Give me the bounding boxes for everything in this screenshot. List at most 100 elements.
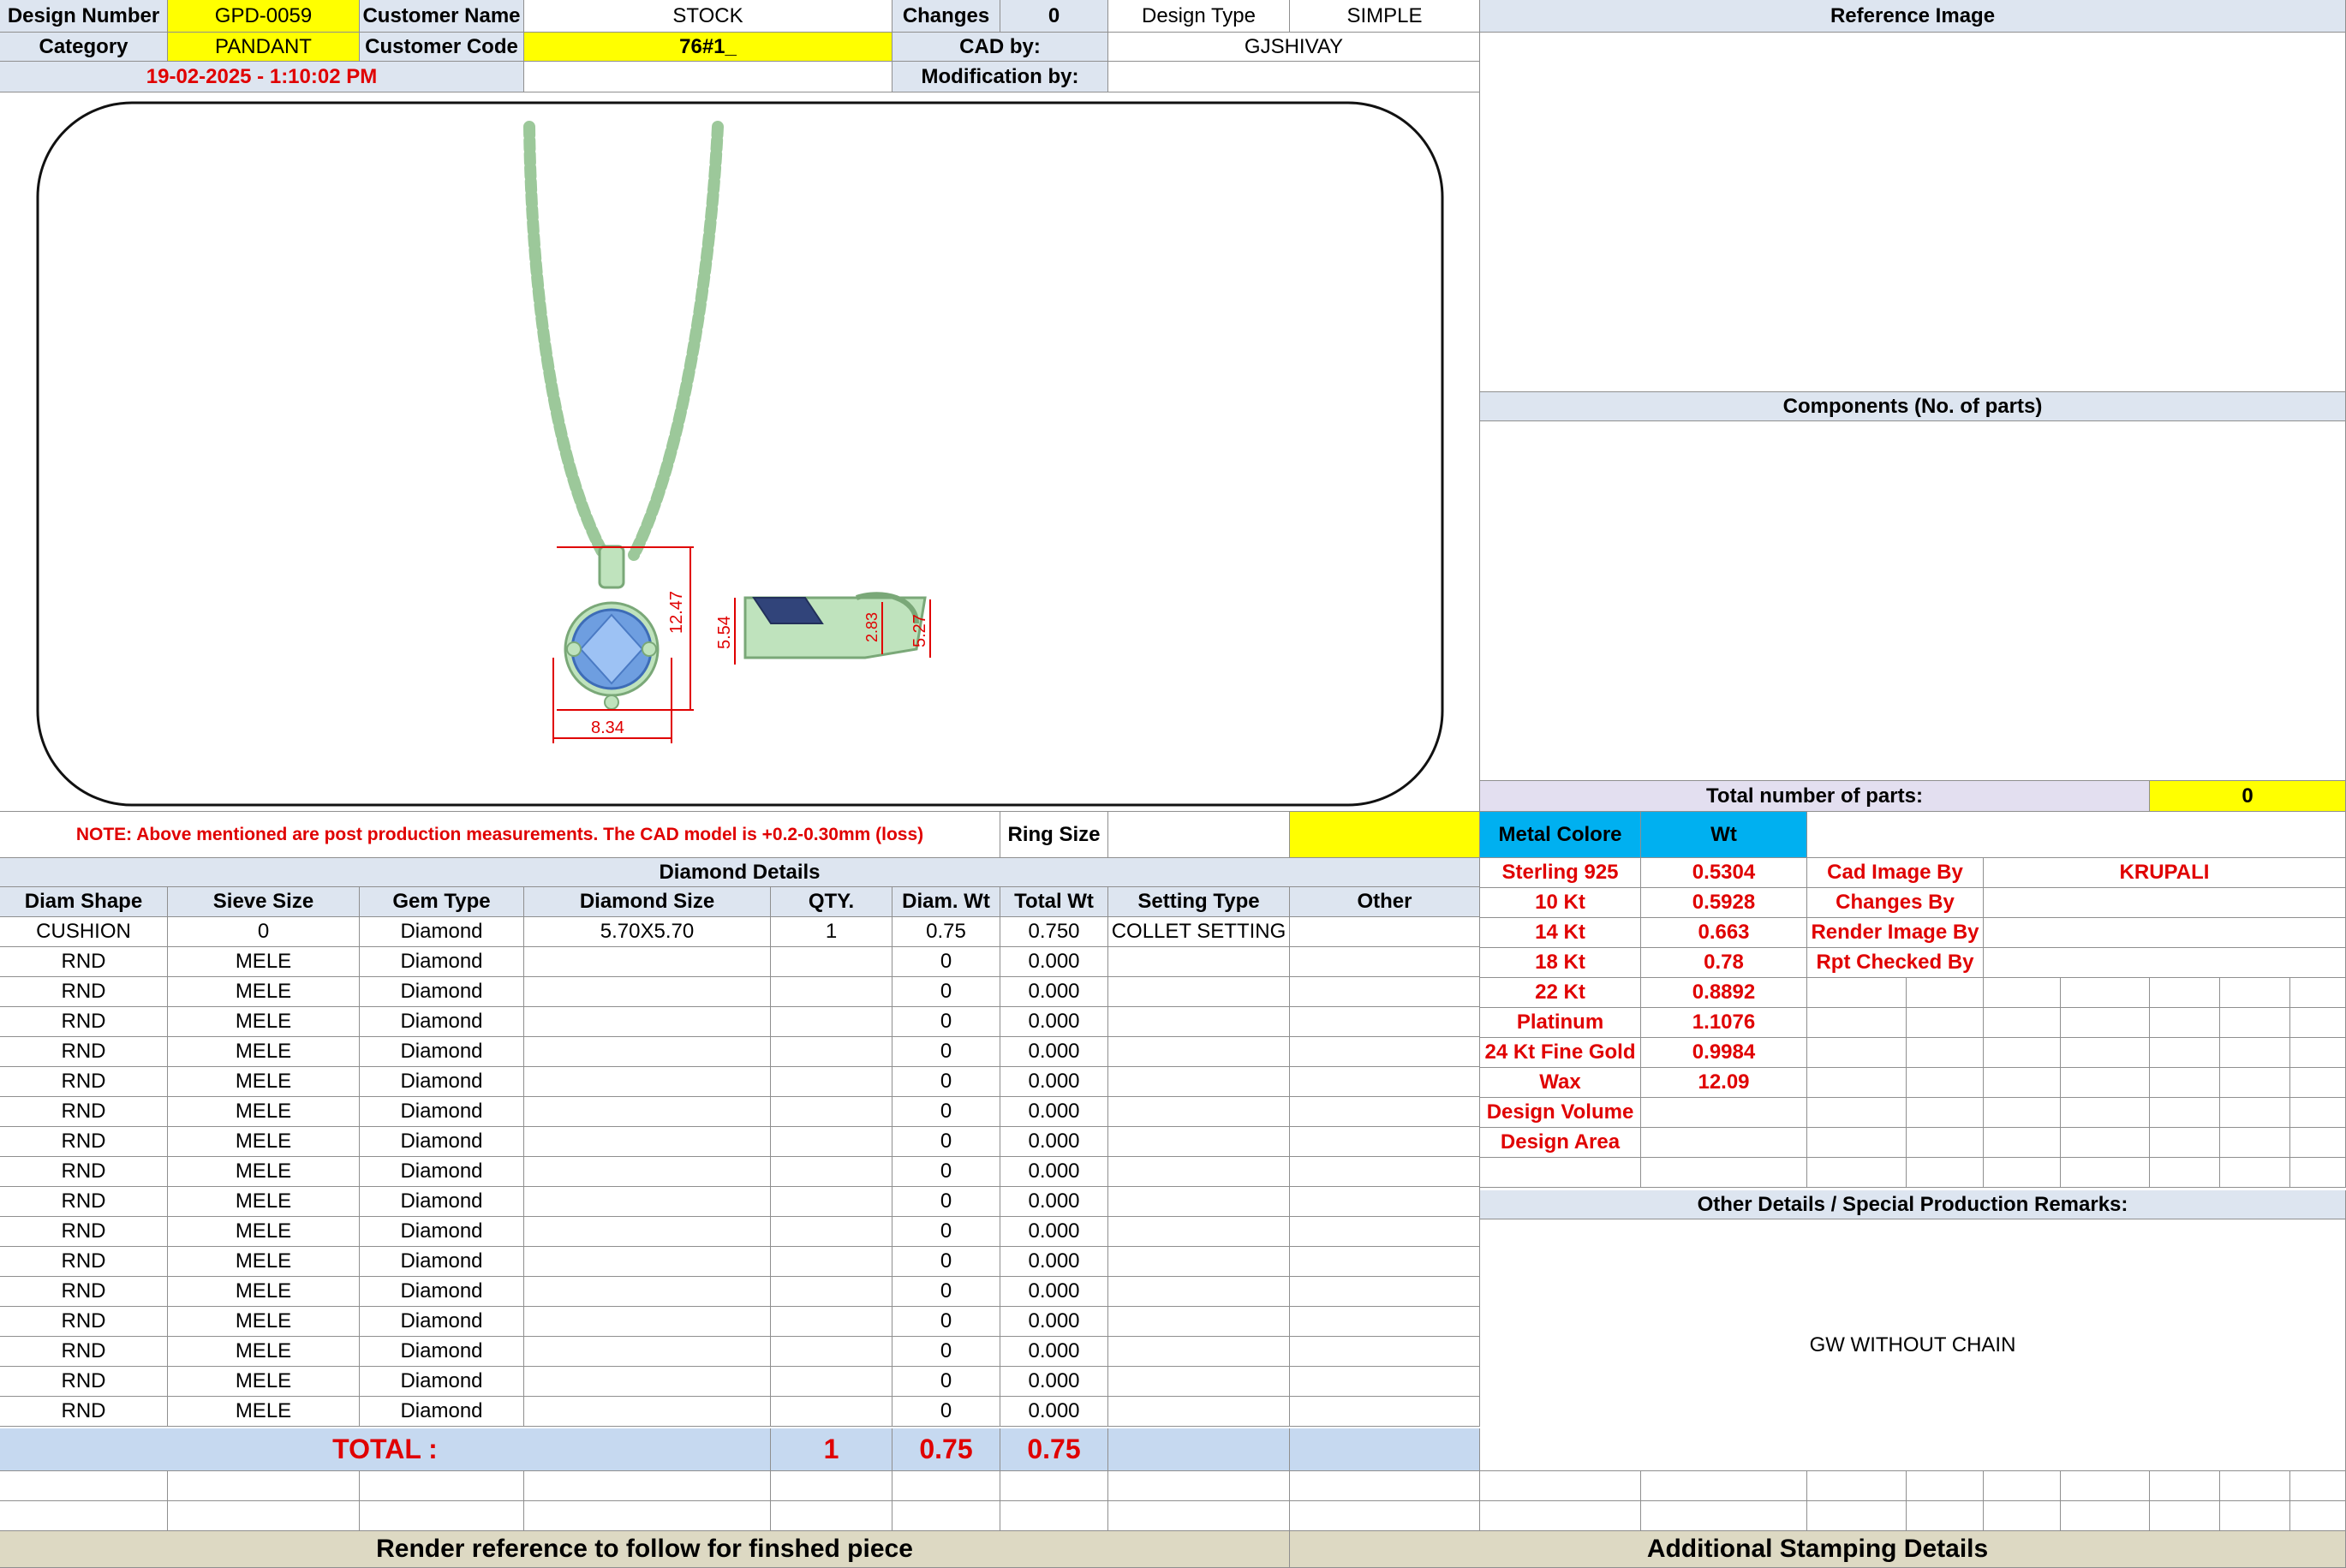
grid-cell[interactable] xyxy=(360,1501,524,1531)
table-cell[interactable]: 0 xyxy=(892,1007,1000,1037)
table-cell[interactable] xyxy=(1290,1367,1480,1397)
table-cell[interactable]: 0.000 xyxy=(1000,1067,1108,1097)
table-cell[interactable]: 0.000 xyxy=(1000,947,1108,977)
grid-cell[interactable] xyxy=(1000,1471,1108,1501)
grid-cell[interactable] xyxy=(524,1501,771,1531)
table-cell[interactable]: MELE xyxy=(168,977,360,1007)
table-cell[interactable]: 0 xyxy=(892,1037,1000,1067)
table-cell[interactable] xyxy=(771,1277,892,1307)
table-cell[interactable] xyxy=(1108,1307,1290,1337)
table-cell[interactable]: 0 xyxy=(892,1127,1000,1157)
modification-by-value[interactable] xyxy=(1108,62,1480,92)
table-cell[interactable] xyxy=(524,977,771,1007)
table-cell[interactable] xyxy=(771,1217,892,1247)
grid-cell[interactable] xyxy=(524,1471,771,1501)
table-cell[interactable]: 0.000 xyxy=(1000,977,1108,1007)
table-cell[interactable] xyxy=(771,977,892,1007)
table-cell[interactable] xyxy=(1290,1307,1480,1337)
table-cell[interactable]: MELE xyxy=(168,1397,360,1427)
table-cell[interactable]: 0 xyxy=(892,1187,1000,1217)
table-cell[interactable] xyxy=(524,1187,771,1217)
grid-cell[interactable] xyxy=(1807,1471,1907,1501)
table-cell[interactable]: Diamond xyxy=(360,947,524,977)
table-cell[interactable]: 0.000 xyxy=(1000,1157,1108,1187)
table-cell[interactable]: RND xyxy=(0,1067,168,1097)
table-cell[interactable]: Diamond xyxy=(360,1127,524,1157)
grid-cell[interactable] xyxy=(1290,1471,1480,1501)
table-cell[interactable]: RND xyxy=(0,1097,168,1127)
ring-size-highlight[interactable] xyxy=(1290,812,1480,858)
grid-cell[interactable] xyxy=(1290,1501,1480,1531)
grid-cell[interactable] xyxy=(771,1501,892,1531)
table-cell[interactable]: 0.000 xyxy=(1000,1007,1108,1037)
grid-cell[interactable] xyxy=(1641,1501,1807,1531)
table-cell[interactable] xyxy=(771,1247,892,1277)
table-cell[interactable]: MELE xyxy=(168,1157,360,1187)
grid-cell[interactable] xyxy=(0,1501,168,1531)
table-cell[interactable] xyxy=(1290,1397,1480,1427)
grid-cell[interactable] xyxy=(1641,1471,1807,1501)
metal-weight[interactable]: 0.5928 xyxy=(1641,888,1807,918)
metal-weight[interactable]: 0.78 xyxy=(1641,948,1807,978)
table-cell[interactable] xyxy=(1108,1337,1290,1367)
table-cell[interactable]: 0 xyxy=(168,917,360,947)
table-cell[interactable]: 0.000 xyxy=(1000,1037,1108,1067)
table-cell[interactable]: COLLET SETTING xyxy=(1108,917,1290,947)
table-cell[interactable] xyxy=(1290,1067,1480,1097)
table-cell[interactable]: 0 xyxy=(892,947,1000,977)
table-cell[interactable]: 0.000 xyxy=(1000,1397,1108,1427)
design-number-value[interactable]: GPD-0059 xyxy=(168,0,360,33)
metal-weight[interactable]: 0.9984 xyxy=(1641,1038,1807,1068)
table-cell[interactable] xyxy=(771,1187,892,1217)
table-cell[interactable] xyxy=(771,1307,892,1337)
grid-cell[interactable] xyxy=(360,1471,524,1501)
table-cell[interactable]: Diamond xyxy=(360,1397,524,1427)
table-cell[interactable] xyxy=(1290,917,1480,947)
table-cell[interactable]: RND xyxy=(0,1157,168,1187)
table-cell[interactable]: 0.000 xyxy=(1000,1247,1108,1277)
table-cell[interactable]: RND xyxy=(0,1007,168,1037)
table-cell[interactable]: Diamond xyxy=(360,1007,524,1037)
table-cell[interactable]: 1 xyxy=(771,917,892,947)
table-cell[interactable]: MELE xyxy=(168,1097,360,1127)
table-cell[interactable] xyxy=(1108,1157,1290,1187)
table-cell[interactable]: 0 xyxy=(892,1307,1000,1337)
table-cell[interactable] xyxy=(771,1397,892,1427)
table-cell[interactable]: MELE xyxy=(168,1037,360,1067)
table-cell[interactable]: 0 xyxy=(892,1277,1000,1307)
metal-weight[interactable] xyxy=(1641,1098,1807,1128)
grid-cell[interactable] xyxy=(1907,1471,1984,1501)
table-cell[interactable] xyxy=(1108,1037,1290,1067)
table-cell[interactable] xyxy=(1108,1217,1290,1247)
table-cell[interactable]: MELE xyxy=(168,1067,360,1097)
table-cell[interactable]: RND xyxy=(0,977,168,1007)
table-cell[interactable] xyxy=(771,1007,892,1037)
table-cell[interactable]: 0 xyxy=(892,1217,1000,1247)
grid-cell[interactable] xyxy=(892,1471,1000,1501)
table-cell[interactable]: Diamond xyxy=(360,1337,524,1367)
table-cell[interactable]: MELE xyxy=(168,1277,360,1307)
table-cell[interactable]: Diamond xyxy=(360,1307,524,1337)
table-cell[interactable]: Diamond xyxy=(360,1037,524,1067)
table-cell[interactable] xyxy=(1290,1187,1480,1217)
grid-cell[interactable] xyxy=(2220,1471,2290,1501)
table-cell[interactable] xyxy=(1290,947,1480,977)
table-cell[interactable] xyxy=(524,1037,771,1067)
table-cell[interactable]: MELE xyxy=(168,1007,360,1037)
grid-cell[interactable] xyxy=(2290,1501,2346,1531)
grid-cell[interactable] xyxy=(0,1471,168,1501)
grid-cell[interactable] xyxy=(2061,1471,2150,1501)
table-cell[interactable] xyxy=(1290,1007,1480,1037)
table-cell[interactable] xyxy=(1108,1127,1290,1157)
table-cell[interactable]: RND xyxy=(0,1337,168,1367)
table-cell[interactable]: MELE xyxy=(168,1307,360,1337)
table-cell[interactable]: 0.000 xyxy=(1000,1367,1108,1397)
table-cell[interactable] xyxy=(524,947,771,977)
table-cell[interactable] xyxy=(771,1037,892,1067)
table-cell[interactable] xyxy=(1290,1097,1480,1127)
table-cell[interactable] xyxy=(524,1217,771,1247)
table-cell[interactable]: MELE xyxy=(168,947,360,977)
table-cell[interactable]: Diamond xyxy=(360,917,524,947)
metal-weight[interactable]: 0.663 xyxy=(1641,918,1807,948)
table-cell[interactable]: Diamond xyxy=(360,1097,524,1127)
